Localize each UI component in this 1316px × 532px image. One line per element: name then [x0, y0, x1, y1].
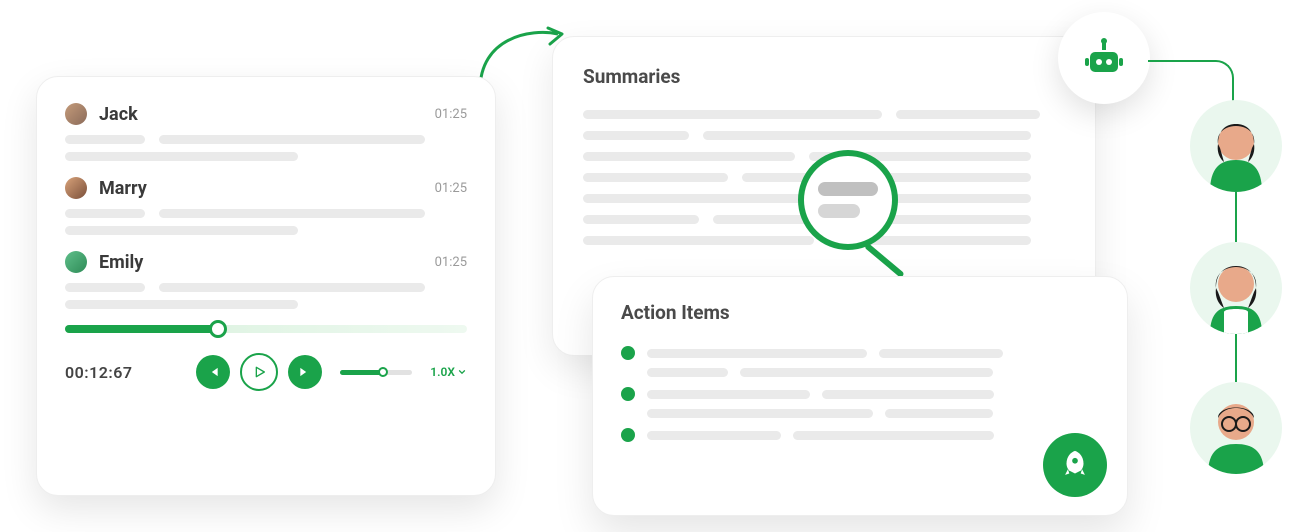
play-icon [251, 364, 267, 380]
speaker-name: Jack [99, 104, 423, 125]
next-track-button[interactable] [288, 355, 322, 389]
elapsed-time: 00:12:67 [65, 363, 186, 382]
playback-speed[interactable]: 1.0X [430, 365, 467, 379]
play-button[interactable] [240, 353, 278, 391]
person-illustration-icon [1190, 382, 1282, 474]
chevron-down-icon [457, 367, 467, 377]
speaker-row: Jack 01:25 [65, 103, 467, 161]
avatar [65, 177, 87, 199]
bullet-icon [621, 428, 635, 442]
people-column [1186, 100, 1286, 474]
prev-track-button[interactable] [196, 355, 230, 389]
person-avatar [1190, 242, 1282, 334]
speaker-timestamp: 01:25 [435, 255, 467, 270]
action-item [621, 346, 1099, 360]
action-item [621, 387, 1099, 401]
launch-button[interactable] [1043, 433, 1107, 497]
playback-progress[interactable] [65, 325, 467, 333]
robot-icon [1080, 34, 1128, 82]
action-items-panel: Action Items [592, 276, 1128, 516]
connector-line [1235, 334, 1237, 382]
speaker-row: Emily 01:25 [65, 251, 467, 309]
rocket-icon [1058, 448, 1092, 482]
action-items-title: Action Items [621, 301, 1099, 324]
player-controls: 00:12:67 1.0X [65, 353, 467, 391]
person-illustration-icon [1190, 100, 1282, 192]
volume-slider[interactable] [340, 370, 412, 375]
summaries-title: Summaries [583, 65, 1065, 88]
bullet-icon [621, 387, 635, 401]
transcript-panel: Jack 01:25 Marry 01:25 Emily 01:25 [36, 76, 496, 496]
skip-back-icon [206, 365, 220, 379]
person-illustration-icon [1190, 242, 1282, 334]
speaker-name: Emily [99, 252, 423, 273]
connector-line [1235, 192, 1237, 242]
action-item [621, 428, 1099, 442]
bullet-icon [621, 346, 635, 360]
speaker-timestamp: 01:25 [435, 107, 467, 122]
avatar [65, 103, 87, 125]
avatar [65, 251, 87, 273]
speaker-timestamp: 01:25 [435, 181, 467, 196]
person-avatar [1190, 100, 1282, 192]
ai-bot-badge [1058, 12, 1150, 104]
speaker-row: Marry 01:25 [65, 177, 467, 235]
skip-forward-icon [298, 365, 312, 379]
speaker-name: Marry [99, 178, 423, 199]
person-avatar [1190, 382, 1282, 474]
